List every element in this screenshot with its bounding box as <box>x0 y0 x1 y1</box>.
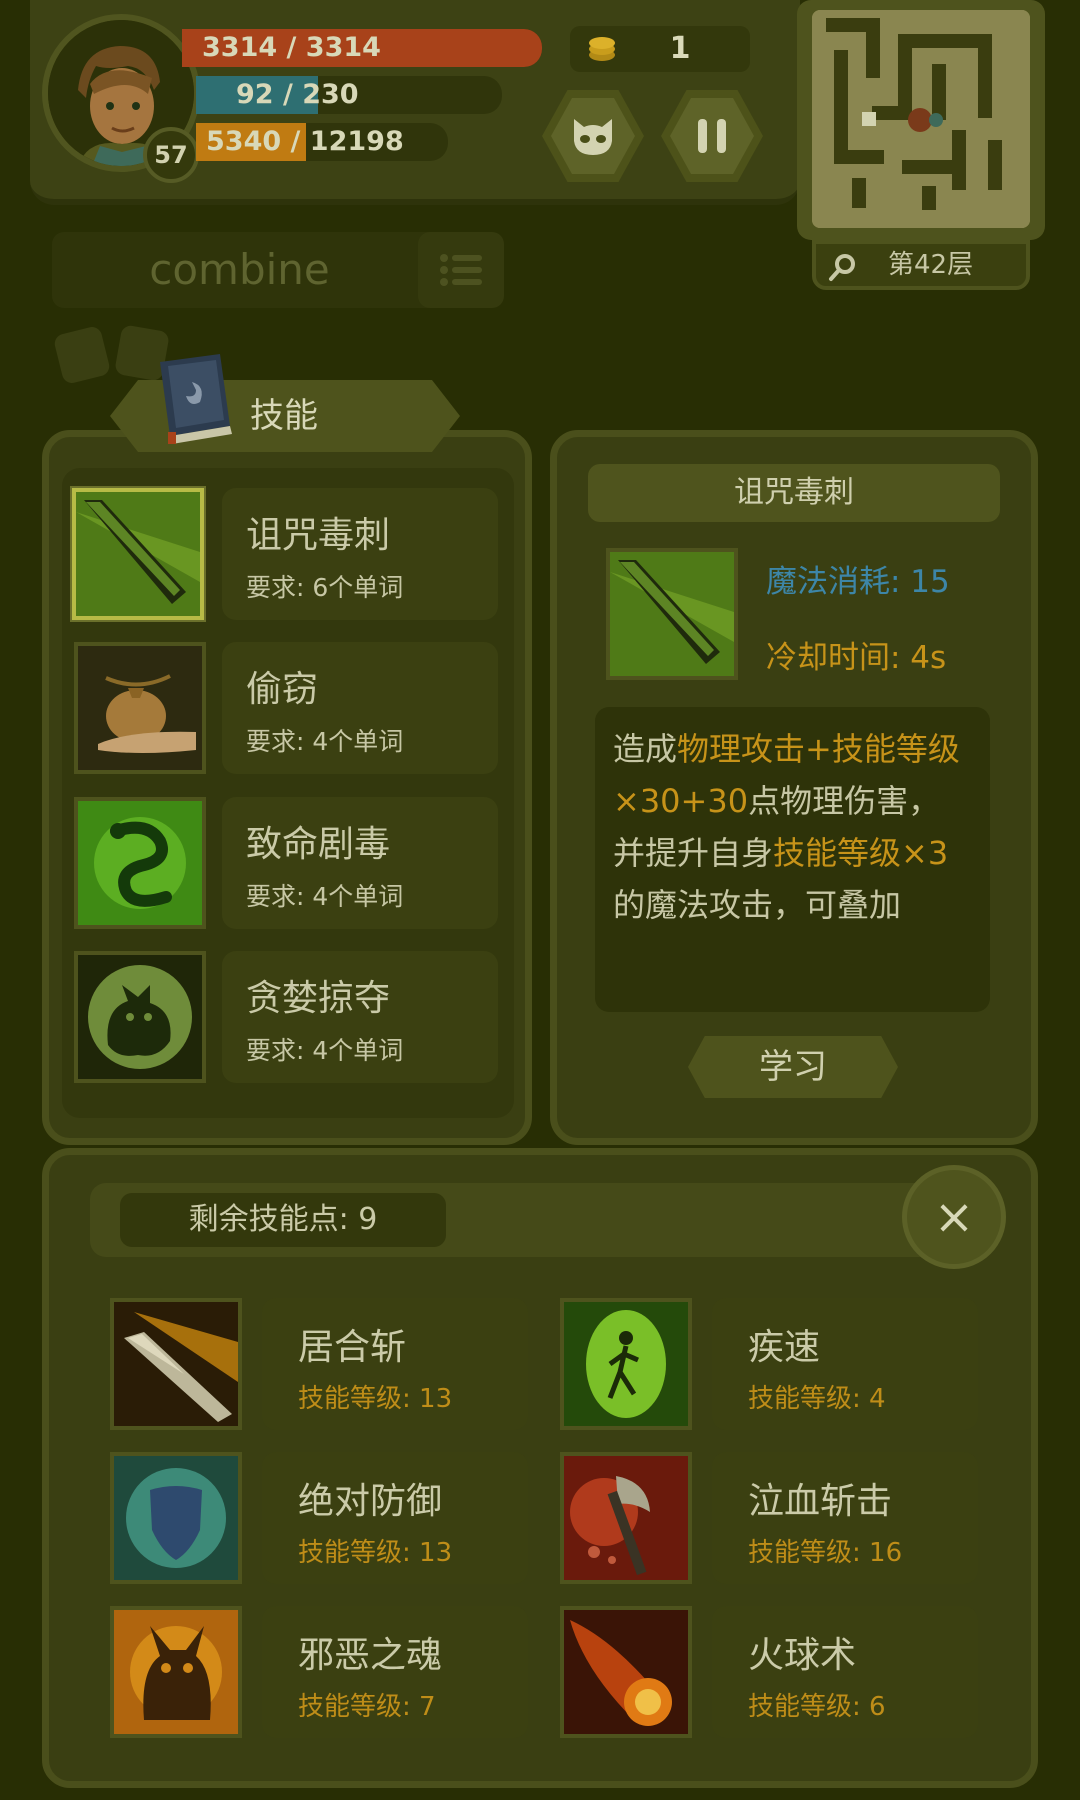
skill-requirement: 要求: 4个单词 <box>246 1036 404 1065</box>
list-item[interactable]: 致命剧毒 要求: 4个单词 <box>222 797 498 929</box>
skill-name: 居合斩 <box>298 1327 407 1368</box>
green-serpent-icon <box>78 801 202 925</box>
green-blade-icon <box>76 492 200 616</box>
skill-icon-slot[interactable] <box>74 797 206 929</box>
list-item[interactable]: 邪恶之魂 技能等级: 7 <box>262 1606 528 1738</box>
skill-level: 技能等级: 13 <box>298 1384 453 1414</box>
coin-count: 1 <box>669 31 691 66</box>
magnifier-icon <box>829 254 855 281</box>
skill-name: 泣血斩击 <box>748 1481 893 1522</box>
flaming-sword-icon <box>114 1302 238 1426</box>
close-icon: × <box>933 1189 975 1245</box>
money-bag-icon <box>78 646 202 770</box>
minimap[interactable] <box>812 10 1030 228</box>
spellbook-icon <box>160 354 232 444</box>
skill-name: 火球术 <box>748 1635 857 1676</box>
hp-bar: 3314 / 3314 <box>182 29 542 67</box>
list-item[interactable]: 居合斩 技能等级: 13 <box>262 1298 528 1430</box>
floor-label: 第42层 <box>888 250 974 280</box>
list-item[interactable]: 贪婪掠夺 要求: 4个单词 <box>222 951 498 1083</box>
skill-icon-slot[interactable] <box>110 1606 242 1738</box>
pause-icon <box>698 119 726 153</box>
skill-icon-slot[interactable] <box>110 1298 242 1430</box>
skill-icon-slot[interactable] <box>560 1606 692 1738</box>
monster-face-icon <box>574 119 612 155</box>
letter-tile[interactable] <box>52 324 112 386</box>
exp-text: 5340 / 12198 <box>206 126 404 157</box>
cooldown: 冷却时间: 4s <box>766 640 947 676</box>
running-figure-icon <box>564 1302 688 1426</box>
maze-map-icon <box>812 10 1030 228</box>
list-item[interactable]: 偷窃 要求: 4个单词 <box>222 642 498 774</box>
skill-icon-slot[interactable] <box>72 488 204 620</box>
shield-icon <box>114 1456 238 1580</box>
skill-requirement: 要求: 6个单词 <box>246 573 404 602</box>
learn-button[interactable]: 学习 <box>688 1036 898 1098</box>
skill-level: 技能等级: 16 <box>748 1538 903 1568</box>
list-item[interactable]: 疾速 技能等级: 4 <box>712 1298 978 1430</box>
skill-name: 疾速 <box>748 1327 821 1368</box>
detail-skill-icon <box>606 548 738 680</box>
skill-icon-slot[interactable] <box>560 1298 692 1430</box>
skills-tab-label: 技能 <box>250 396 318 436</box>
skill-icon-slot[interactable] <box>110 1452 242 1584</box>
remaining-skill-points: 剩余技能点: 9 <box>120 1193 446 1247</box>
skill-name: 致命剧毒 <box>246 824 391 865</box>
detail-title: 诅咒毒刺 <box>588 464 1000 522</box>
exp-bar: 5340 / 12198 <box>196 123 448 161</box>
skill-icon-slot[interactable] <box>74 951 206 1083</box>
skill-requirement: 要求: 4个单词 <box>246 882 404 911</box>
word-list-button[interactable] <box>418 232 504 308</box>
skill-level: 技能等级: 7 <box>298 1692 436 1722</box>
bloody-axe-icon <box>564 1456 688 1580</box>
mp-bar: 92 / 230 <box>196 76 502 114</box>
list-icon <box>440 254 482 286</box>
skill-level: 技能等级: 13 <box>298 1538 453 1568</box>
moon-beast-icon <box>78 955 202 1079</box>
list-item[interactable]: 泣血斩击 技能等级: 16 <box>712 1452 978 1584</box>
desc-highlight: 技能等级×3 <box>773 834 949 872</box>
skill-level: 技能等级: 4 <box>748 1384 886 1414</box>
green-blade-icon <box>610 552 734 676</box>
skill-description: 造成物理攻击+技能等级×30+30点物理伤害，并提升自身技能等级×3的魔法攻击，… <box>595 707 990 1012</box>
fireball-icon <box>564 1610 688 1734</box>
skill-name: 贪婪掠夺 <box>246 978 391 1019</box>
mp-text: 92 / 230 <box>236 79 359 110</box>
skill-name: 偷窃 <box>246 669 319 710</box>
mana-cost: 魔法消耗: 15 <box>766 564 950 600</box>
demon-icon <box>114 1610 238 1734</box>
close-button[interactable]: × <box>902 1165 1006 1269</box>
hp-text: 3314 / 3314 <box>202 32 381 63</box>
list-item[interactable]: 诅咒毒刺 要求: 6个单词 <box>222 488 498 620</box>
skill-requirement: 要求: 4个单词 <box>246 727 404 756</box>
desc-text: 造成 <box>613 730 678 768</box>
skill-name: 绝对防御 <box>298 1481 443 1522</box>
skill-name: 诅咒毒刺 <box>246 515 391 556</box>
skill-icon-slot[interactable] <box>74 642 206 774</box>
word-search-text: combine <box>149 245 330 294</box>
player-level-badge: 57 <box>143 127 199 183</box>
list-item[interactable]: 绝对防御 技能等级: 13 <box>262 1452 528 1584</box>
list-item[interactable]: 火球术 技能等级: 6 <box>712 1606 978 1738</box>
skill-level: 技能等级: 6 <box>748 1692 886 1722</box>
desc-text: 的魔法攻击，可叠加 <box>613 886 902 924</box>
skill-name: 邪恶之魂 <box>298 1635 443 1676</box>
skill-icon-slot[interactable] <box>560 1452 692 1584</box>
